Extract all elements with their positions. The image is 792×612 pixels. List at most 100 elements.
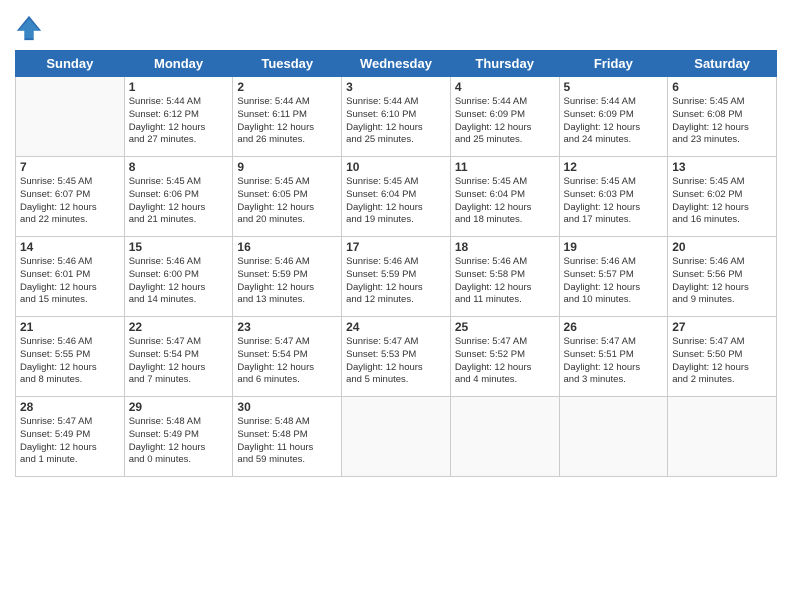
calendar-cell: 9Sunrise: 5:45 AM Sunset: 6:05 PM Daylig… xyxy=(233,157,342,237)
day-number: 27 xyxy=(672,320,772,334)
calendar-cell: 12 Sunrise: 5:45 AM Sunset: 6:03 PM Dayli… xyxy=(559,157,668,237)
week-row-1: 1 Sunrise: 5:44 AM Sunset: 6:12 PM Daylig… xyxy=(16,77,777,157)
day-info: Sunrise: 5:46 AM Sunset: 6:00 PM Dayligh… xyxy=(129,256,229,307)
day-number: 15 xyxy=(129,240,229,254)
day-number: 5 xyxy=(564,80,664,94)
day-info: Sunrise: 5:46 AM Sunset: 5:57 PM Dayligh… xyxy=(564,256,664,307)
day-number: 11 xyxy=(455,160,555,174)
day-number: 17 xyxy=(346,240,446,254)
day-info: Sunrise: 5:45 AM Sunset: 6:04 PM Dayligh… xyxy=(346,176,446,227)
day-number: 8 xyxy=(129,160,229,174)
day-info: Sunrise: 5:48 AM Sunset: 5:48 PM Dayligh… xyxy=(237,416,337,467)
day-number: 28 xyxy=(20,400,120,414)
weekday-header-row: SundayMondayTuesdayWednesdayThursdayFrid… xyxy=(16,51,777,77)
calendar-cell: 25 Sunrise: 5:47 AM Sunset: 5:52 PM Dayli… xyxy=(450,317,559,397)
day-number: 12 xyxy=(564,160,664,174)
day-number: 21 xyxy=(20,320,120,334)
day-info: Sunrise: 5:44 AM Sunset: 6:11 PM Dayligh… xyxy=(237,96,337,147)
day-info: Sunrise: 5:44 AM Sunset: 6:12 PM Dayligh… xyxy=(129,96,229,147)
header xyxy=(15,10,777,42)
weekday-header-monday: Monday xyxy=(124,51,233,77)
day-info: Sunrise: 5:47 AM Sunset: 5:51 PM Dayligh… xyxy=(564,336,664,387)
day-info: Sunrise: 5:47 AM Sunset: 5:52 PM Dayligh… xyxy=(455,336,555,387)
calendar-cell: 8 Sunrise: 5:45 AM Sunset: 6:06 PM Daylig… xyxy=(124,157,233,237)
logo-icon xyxy=(15,14,43,42)
calendar-cell: 18 Sunrise: 5:46 AM Sunset: 5:58 PM Dayli… xyxy=(450,237,559,317)
calendar-cell: 19Sunrise: 5:46 AM Sunset: 5:57 PM Dayli… xyxy=(559,237,668,317)
day-info: Sunrise: 5:46 AM Sunset: 5:55 PM Dayligh… xyxy=(20,336,120,387)
day-number: 16 xyxy=(237,240,337,254)
day-number: 18 xyxy=(455,240,555,254)
weekday-header-wednesday: Wednesday xyxy=(342,51,451,77)
calendar-cell xyxy=(559,397,668,477)
calendar-cell: 24 Sunrise: 5:47 AM Sunset: 5:53 PM Dayli… xyxy=(342,317,451,397)
calendar-cell xyxy=(668,397,777,477)
day-info: Sunrise: 5:46 AM Sunset: 5:56 PM Dayligh… xyxy=(672,256,772,307)
week-row-2: 7 Sunrise: 5:45 AM Sunset: 6:07 PM Daylig… xyxy=(16,157,777,237)
calendar-cell: 16 Sunrise: 5:46 AM Sunset: 5:59 PM Dayli… xyxy=(233,237,342,317)
calendar-cell: 2 Sunrise: 5:44 AM Sunset: 6:11 PM Daylig… xyxy=(233,77,342,157)
day-info: Sunrise: 5:47 AM Sunset: 5:53 PM Dayligh… xyxy=(346,336,446,387)
day-info: Sunrise: 5:46 AM Sunset: 5:58 PM Dayligh… xyxy=(455,256,555,307)
calendar-cell: 1 Sunrise: 5:44 AM Sunset: 6:12 PM Daylig… xyxy=(124,77,233,157)
day-number: 1 xyxy=(129,80,229,94)
day-info: Sunrise: 5:46 AM Sunset: 6:01 PM Dayligh… xyxy=(20,256,120,307)
day-number: 7 xyxy=(20,160,120,174)
week-row-3: 14 Sunrise: 5:46 AM Sunset: 6:01 PM Dayli… xyxy=(16,237,777,317)
day-info: Sunrise: 5:44 AM Sunset: 6:10 PM Dayligh… xyxy=(346,96,446,147)
day-info: Sunrise: 5:44 AM Sunset: 6:09 PM Dayligh… xyxy=(455,96,555,147)
calendar-cell: 17 Sunrise: 5:46 AM Sunset: 5:59 PM Dayli… xyxy=(342,237,451,317)
day-number: 14 xyxy=(20,240,120,254)
day-info: Sunrise: 5:45 AM Sunset: 6:07 PM Dayligh… xyxy=(20,176,120,227)
weekday-header-sunday: Sunday xyxy=(16,51,125,77)
calendar: SundayMondayTuesdayWednesdayThursdayFrid… xyxy=(15,50,777,477)
weekday-header-thursday: Thursday xyxy=(450,51,559,77)
calendar-cell: 30 Sunrise: 5:48 AM Sunset: 5:48 PM Dayli… xyxy=(233,397,342,477)
calendar-cell: 3 Sunrise: 5:44 AM Sunset: 6:10 PM Daylig… xyxy=(342,77,451,157)
day-number: 13 xyxy=(672,160,772,174)
weekday-header-tuesday: Tuesday xyxy=(233,51,342,77)
day-info: Sunrise: 5:46 AM Sunset: 5:59 PM Dayligh… xyxy=(346,256,446,307)
day-info: Sunrise: 5:46 AM Sunset: 5:59 PM Dayligh… xyxy=(237,256,337,307)
day-info: Sunrise: 5:47 AM Sunset: 5:49 PM Dayligh… xyxy=(20,416,120,467)
day-number: 29 xyxy=(129,400,229,414)
calendar-cell: 26 Sunrise: 5:47 AM Sunset: 5:51 PM Dayli… xyxy=(559,317,668,397)
day-number: 20 xyxy=(672,240,772,254)
day-info: Sunrise: 5:44 AM Sunset: 6:09 PM Dayligh… xyxy=(564,96,664,147)
day-info: Sunrise: 5:45 AM Sunset: 6:08 PM Dayligh… xyxy=(672,96,772,147)
calendar-cell xyxy=(342,397,451,477)
day-info: Sunrise: 5:47 AM Sunset: 5:54 PM Dayligh… xyxy=(129,336,229,387)
calendar-cell: 11 Sunrise: 5:45 AM Sunset: 6:04 PM Dayli… xyxy=(450,157,559,237)
calendar-cell: 28 Sunrise: 5:47 AM Sunset: 5:49 PM Dayli… xyxy=(16,397,125,477)
day-number: 26 xyxy=(564,320,664,334)
calendar-cell: 5 Sunrise: 5:44 AM Sunset: 6:09 PM Daylig… xyxy=(559,77,668,157)
day-number: 24 xyxy=(346,320,446,334)
day-number: 2 xyxy=(237,80,337,94)
calendar-cell: 20 Sunrise: 5:46 AM Sunset: 5:56 PM Dayli… xyxy=(668,237,777,317)
calendar-cell: 10 Sunrise: 5:45 AM Sunset: 6:04 PM Dayli… xyxy=(342,157,451,237)
week-row-5: 28 Sunrise: 5:47 AM Sunset: 5:49 PM Dayli… xyxy=(16,397,777,477)
weekday-header-friday: Friday xyxy=(559,51,668,77)
day-info: Sunrise: 5:48 AM Sunset: 5:49 PM Dayligh… xyxy=(129,416,229,467)
day-number: 23 xyxy=(237,320,337,334)
calendar-cell: 6 Sunrise: 5:45 AM Sunset: 6:08 PM Daylig… xyxy=(668,77,777,157)
day-info: Sunrise: 5:45 AM Sunset: 6:03 PM Dayligh… xyxy=(564,176,664,227)
day-number: 3 xyxy=(346,80,446,94)
calendar-cell: 22Sunrise: 5:47 AM Sunset: 5:54 PM Dayli… xyxy=(124,317,233,397)
logo xyxy=(15,14,45,42)
day-number: 30 xyxy=(237,400,337,414)
weekday-header-saturday: Saturday xyxy=(668,51,777,77)
day-info: Sunrise: 5:47 AM Sunset: 5:50 PM Dayligh… xyxy=(672,336,772,387)
day-number: 25 xyxy=(455,320,555,334)
day-info: Sunrise: 5:45 AM Sunset: 6:06 PM Dayligh… xyxy=(129,176,229,227)
day-number: 10 xyxy=(346,160,446,174)
calendar-cell: 15 Sunrise: 5:46 AM Sunset: 6:00 PM Dayli… xyxy=(124,237,233,317)
day-info: Sunrise: 5:47 AM Sunset: 5:54 PM Dayligh… xyxy=(237,336,337,387)
day-number: 4 xyxy=(455,80,555,94)
day-number: 9 xyxy=(237,160,337,174)
calendar-cell: 21 Sunrise: 5:46 AM Sunset: 5:55 PM Dayli… xyxy=(16,317,125,397)
day-number: 6 xyxy=(672,80,772,94)
calendar-cell: 27 Sunrise: 5:47 AM Sunset: 5:50 PM Dayli… xyxy=(668,317,777,397)
week-row-4: 21 Sunrise: 5:46 AM Sunset: 5:55 PM Dayli… xyxy=(16,317,777,397)
day-info: Sunrise: 5:45 AM Sunset: 6:04 PM Dayligh… xyxy=(455,176,555,227)
